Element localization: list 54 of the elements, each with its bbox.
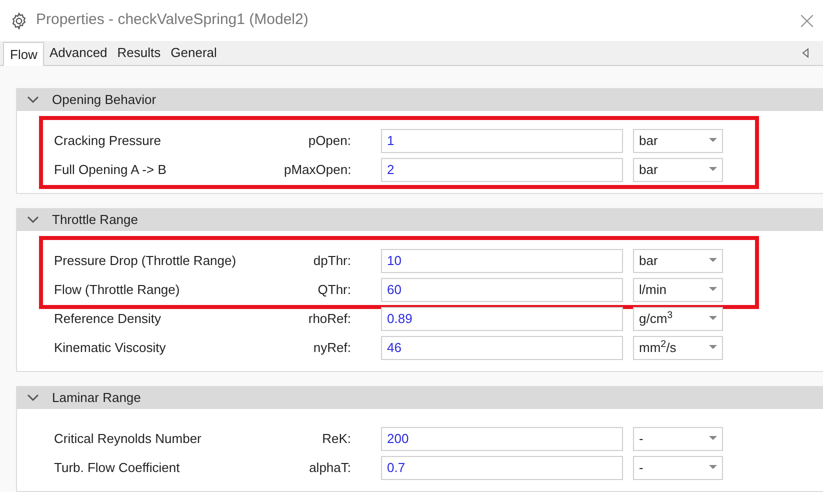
field-label: Flow (Throttle Range)	[54, 280, 181, 299]
dropdown-caret-icon	[709, 436, 717, 441]
field-label: Reference Density	[54, 310, 162, 328]
dropdown-caret-icon	[709, 258, 717, 263]
value-field[interactable]: 10	[381, 248, 623, 272]
field-label: Pressure Drop (Throttle Range)	[54, 252, 238, 270]
unit-dropdown[interactable]: -	[633, 456, 723, 480]
section-header[interactable]: Throttle Range	[17, 209, 823, 231]
section-header[interactable]: Opening Behavior	[17, 89, 823, 111]
unit-dropdown[interactable]: bar	[633, 158, 723, 182]
dropdown-caret-icon	[709, 138, 717, 143]
tab[interactable]: Results	[112, 42, 166, 64]
symbol-label: alphaT:	[308, 458, 351, 477]
unit-dropdown[interactable]: bar	[633, 248, 723, 272]
close-icon[interactable]	[801, 14, 813, 26]
value-field[interactable]: 1	[381, 128, 623, 152]
tab[interactable]: Advanced	[44, 42, 112, 64]
unit-dropdown[interactable]: mm$^{2}$/s	[633, 336, 723, 360]
value-field[interactable]: 0.89	[381, 306, 623, 330]
window-title: Properties - checkValveSpring1 (Model2)	[36, 10, 308, 30]
value-field[interactable]: 46	[381, 336, 623, 360]
symbol-label: QThr:	[316, 280, 351, 299]
field-label: Critical Reynolds Number	[54, 430, 202, 448]
unit-dropdown[interactable]: l/min	[633, 278, 723, 302]
field-label: Full Opening A -> B	[54, 160, 168, 179]
dropdown-caret-icon	[709, 316, 717, 321]
symbol-label: pMaxOpen:	[284, 160, 351, 179]
field-label: Turb. Flow Coefficient	[54, 458, 181, 477]
unit-dropdown[interactable]: -	[633, 426, 723, 450]
chevron-icon	[27, 216, 39, 224]
value-field[interactable]: 0.7	[381, 456, 623, 480]
tab[interactable]: General	[166, 42, 222, 64]
symbol-label: dpThr:	[312, 252, 351, 270]
unit-dropdown[interactable]: bar	[633, 128, 723, 152]
section-header[interactable]: Laminar Range	[17, 387, 823, 409]
dropdown-caret-icon	[709, 167, 717, 172]
scroll-left-icon[interactable]	[802, 48, 809, 58]
value-field[interactable]: 200	[381, 426, 623, 450]
symbol-label: pOpen:	[307, 132, 351, 150]
tab[interactable]: Flow	[3, 42, 44, 66]
dropdown-caret-icon	[709, 287, 717, 292]
symbol-label: rhoRef:	[307, 310, 351, 328]
value-field[interactable]: 60	[381, 278, 623, 302]
dropdown-caret-icon	[709, 345, 717, 350]
chevron-icon	[27, 96, 39, 104]
field-label: Kinematic Viscosity	[54, 338, 167, 357]
dropdown-caret-icon	[709, 465, 717, 470]
value-field[interactable]: 2	[381, 158, 623, 182]
symbol-label: nyRef:	[312, 338, 351, 357]
gear-icon	[10, 12, 28, 30]
unit-dropdown[interactable]: g/cm$^{3}$	[633, 306, 723, 330]
chevron-icon	[27, 394, 39, 402]
symbol-label: ReK:	[321, 430, 351, 448]
field-label: Cracking Pressure	[54, 132, 162, 150]
